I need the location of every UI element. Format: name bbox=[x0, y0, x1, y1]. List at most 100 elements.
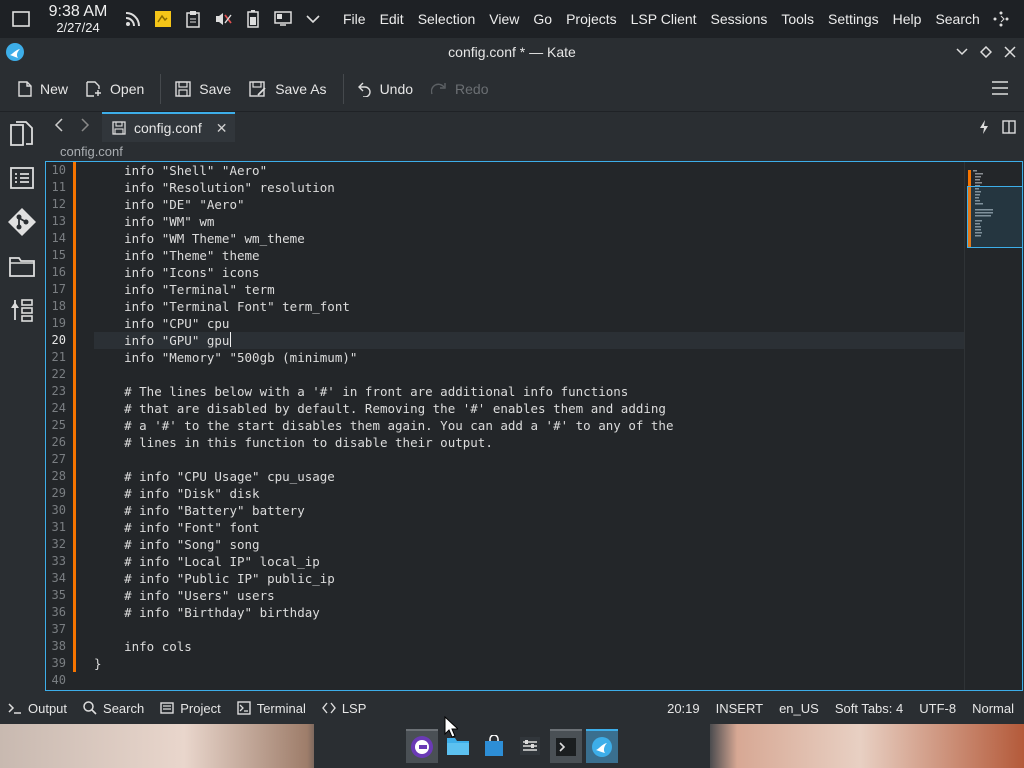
nav-forward-icon[interactable] bbox=[72, 117, 98, 137]
code-line[interactable]: info "WM" wm bbox=[94, 213, 964, 230]
filesystem-panel-button[interactable] bbox=[0, 244, 44, 288]
quick-open-icon[interactable] bbox=[978, 120, 990, 137]
project-panel-button[interactable] bbox=[0, 288, 44, 332]
sticky-note-icon[interactable] bbox=[152, 8, 174, 30]
task-system-settings[interactable] bbox=[514, 729, 546, 763]
syntax-mode[interactable]: Normal bbox=[964, 701, 1024, 716]
symbols-panel-button[interactable] bbox=[0, 156, 44, 200]
documents-panel-button[interactable] bbox=[0, 112, 44, 156]
indentation-setting[interactable]: Soft Tabs: 4 bbox=[827, 701, 911, 716]
code-line[interactable]: # info "Users" users bbox=[94, 587, 964, 604]
code-editor[interactable]: 10 11 12 13 14 15 16 17 18 19 20 21 22 23 24 25 26 27 28 29… bbox=[45, 161, 1023, 691]
minimap-viewport[interactable] bbox=[967, 186, 1022, 248]
code-line[interactable]: # info "Birthday" birthday bbox=[94, 604, 964, 621]
task-terminal[interactable] bbox=[550, 729, 582, 763]
menu-selection[interactable]: Selection bbox=[411, 0, 483, 38]
maximize-button[interactable] bbox=[976, 42, 996, 62]
minimize-button[interactable] bbox=[952, 42, 972, 62]
clock[interactable]: 9:38 AM 2/27/24 bbox=[38, 4, 118, 35]
menu-help[interactable]: Help bbox=[886, 0, 929, 38]
save-button[interactable]: Save bbox=[167, 72, 239, 106]
code-line[interactable] bbox=[94, 672, 964, 689]
code-line[interactable]: info "GPU" gpu bbox=[94, 332, 964, 349]
window-titlebar[interactable]: config.conf * — Kate bbox=[0, 38, 1024, 66]
git-icon bbox=[8, 208, 36, 236]
code-line[interactable]: # info "Song" song bbox=[94, 536, 964, 553]
task-app-launcher[interactable] bbox=[406, 729, 438, 763]
code-line[interactable]: info "Resolution" resolution bbox=[94, 179, 964, 196]
menu-settings[interactable]: Settings bbox=[821, 0, 886, 38]
terminal-tool-button[interactable]: Terminal bbox=[229, 701, 314, 716]
code-line[interactable]: # info "Font" font bbox=[94, 519, 964, 536]
menu-tools[interactable]: Tools bbox=[774, 0, 821, 38]
code-line[interactable]: } bbox=[94, 655, 964, 672]
code-line[interactable]: info "Shell" "Aero" bbox=[94, 162, 964, 179]
project-tool-button[interactable]: Project bbox=[152, 701, 228, 716]
code-line[interactable]: # info "CPU Usage" cpu_usage bbox=[94, 468, 964, 485]
close-tab-icon[interactable]: ✕ bbox=[216, 120, 228, 137]
code-line[interactable]: # info "Local IP" local_ip bbox=[94, 553, 964, 570]
minimap[interactable] bbox=[964, 162, 1022, 690]
code-line[interactable]: # The lines below with a '#' in front ar… bbox=[94, 383, 964, 400]
output-tool-button[interactable]: Output bbox=[0, 701, 75, 716]
code-line[interactable]: info "Memory" "500gb (minimum)" bbox=[94, 349, 964, 366]
code-line[interactable] bbox=[94, 621, 964, 638]
clipboard-icon[interactable] bbox=[182, 8, 204, 30]
code-line[interactable]: info cols bbox=[94, 638, 964, 655]
menu-search[interactable]: Search bbox=[928, 0, 986, 38]
code-line[interactable]: # info "Public IP" public_ip bbox=[94, 570, 964, 587]
file-encoding[interactable]: UTF-8 bbox=[911, 701, 964, 716]
close-window-button[interactable] bbox=[1000, 42, 1020, 62]
lsp-tool-button[interactable]: LSP bbox=[314, 701, 375, 716]
panel-edit-icon[interactable] bbox=[990, 8, 1012, 30]
rss-icon[interactable] bbox=[122, 8, 144, 30]
code-text[interactable]: info "Shell" "Aero" info "Resolution" re… bbox=[94, 162, 964, 689]
code-line[interactable] bbox=[94, 366, 964, 383]
search-tool-button[interactable]: Search bbox=[75, 701, 152, 716]
new-button[interactable]: New bbox=[10, 72, 76, 106]
menu-lsp-client[interactable]: LSP Client bbox=[624, 0, 704, 38]
git-panel-button[interactable] bbox=[0, 200, 44, 244]
open-button[interactable]: Open bbox=[78, 72, 152, 106]
code-line[interactable]: info "Terminal" term bbox=[94, 281, 964, 298]
battery-icon[interactable] bbox=[242, 8, 264, 30]
chevron-down-icon[interactable] bbox=[302, 8, 324, 30]
redo-button[interactable]: Redo bbox=[423, 72, 496, 106]
breadcrumb[interactable]: config.conf bbox=[60, 142, 123, 160]
code-line[interactable] bbox=[94, 451, 964, 468]
undo-button[interactable]: Undo bbox=[350, 72, 421, 106]
save-as-button[interactable]: Save As bbox=[241, 72, 334, 106]
task-kate[interactable] bbox=[586, 729, 618, 763]
code-line[interactable]: # that are disabled by default. Removing… bbox=[94, 400, 964, 417]
menu-projects[interactable]: Projects bbox=[559, 0, 624, 38]
code-line[interactable]: info "WM Theme" wm_theme bbox=[94, 230, 964, 247]
dictionary-language[interactable]: en_US bbox=[771, 701, 827, 716]
code-line[interactable]: info "Icons" icons bbox=[94, 264, 964, 281]
code-line[interactable]: info "Theme" theme bbox=[94, 247, 964, 264]
hamburger-menu-icon[interactable] bbox=[992, 81, 1008, 98]
menu-file[interactable]: File bbox=[336, 0, 373, 38]
input-mode[interactable]: INSERT bbox=[708, 701, 771, 716]
menu-go[interactable]: Go bbox=[526, 0, 559, 38]
code-line[interactable]: info "DE" "Aero" bbox=[94, 196, 964, 213]
menu-sessions[interactable]: Sessions bbox=[704, 0, 775, 38]
code-line-text: # info "Song" song bbox=[94, 537, 260, 552]
nav-back-icon[interactable] bbox=[46, 117, 72, 137]
menu-view[interactable]: View bbox=[482, 0, 526, 38]
volume-muted-icon[interactable] bbox=[212, 8, 234, 30]
code-line[interactable]: info "Terminal Font" term_font bbox=[94, 298, 964, 315]
code-line-text: # that are disabled by default. Removing… bbox=[94, 401, 666, 416]
display-config-icon[interactable] bbox=[272, 8, 294, 30]
task-discover[interactable] bbox=[478, 729, 510, 763]
code-line[interactable]: # info "Disk" disk bbox=[94, 485, 964, 502]
split-view-icon[interactable] bbox=[1002, 120, 1016, 137]
code-line[interactable]: # lines in this function to disable thei… bbox=[94, 434, 964, 451]
kate-app-icon[interactable] bbox=[6, 43, 24, 64]
tab-config-conf[interactable]: config.conf ✕ bbox=[102, 112, 236, 142]
show-desktop-icon[interactable] bbox=[10, 8, 32, 30]
menu-edit[interactable]: Edit bbox=[373, 0, 411, 38]
code-line[interactable]: # a '#' to the start disables them again… bbox=[94, 417, 964, 434]
cursor-position[interactable]: 20:19 bbox=[659, 701, 708, 716]
code-line[interactable]: info "CPU" cpu bbox=[94, 315, 964, 332]
code-line[interactable]: # info "Battery" battery bbox=[94, 502, 964, 519]
